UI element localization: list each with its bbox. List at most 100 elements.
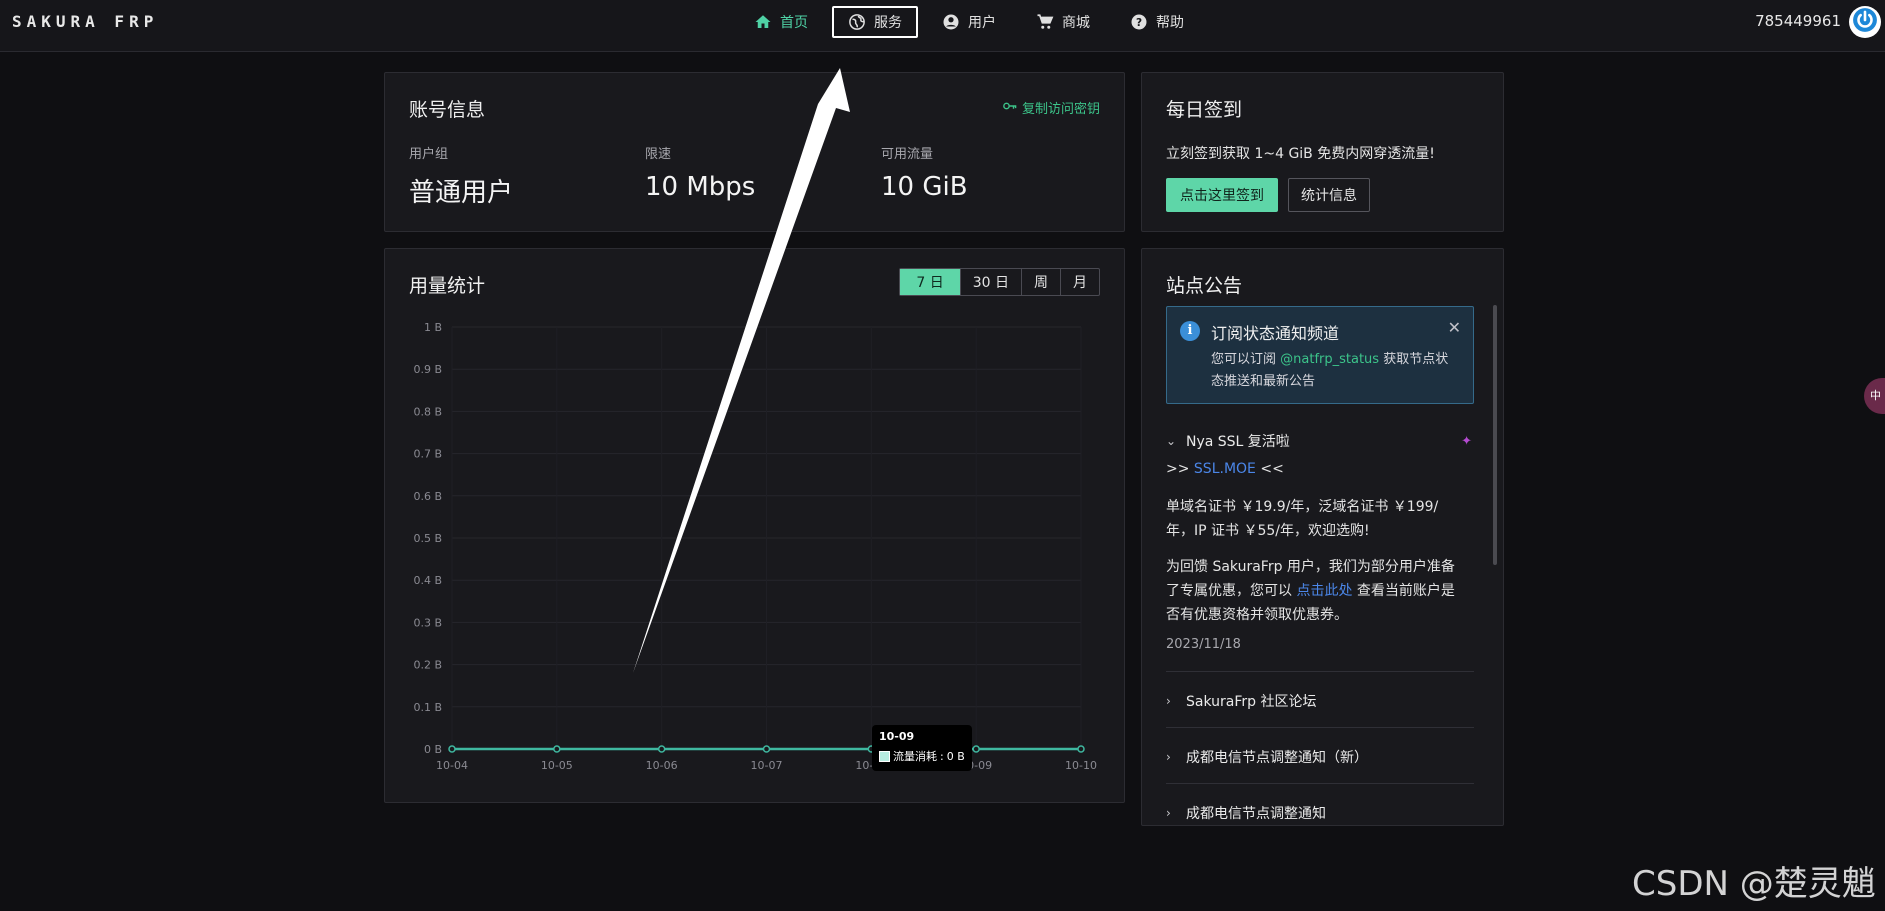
data-point bbox=[553, 745, 561, 753]
chart-tooltip: 10-09 流量消耗: 0 B bbox=[872, 725, 972, 771]
usage-card: 用量统计 7 日 30 日 周 月 0 B 0.1 B 0.2 B 0.3 B 0.4 … bbox=[384, 248, 1125, 803]
power-icon bbox=[1852, 7, 1878, 37]
user-circle-icon bbox=[942, 13, 960, 31]
x-tick-label: 10-07 bbox=[751, 759, 783, 772]
data-point bbox=[448, 745, 456, 753]
power-button[interactable] bbox=[1849, 6, 1881, 38]
y-tick-label: 0.7 B bbox=[413, 448, 442, 461]
news-title: 站点公告 bbox=[1166, 275, 1243, 297]
promo-link[interactable]: 点击此处 bbox=[1296, 583, 1352, 599]
data-point bbox=[1077, 745, 1085, 753]
nav-home[interactable]: 首页 bbox=[738, 6, 824, 38]
ssl-moe-link[interactable]: SSL.MOE bbox=[1194, 461, 1256, 477]
stats-info-button[interactable]: 统计信息 bbox=[1288, 178, 1370, 212]
user-id[interactable]: 785449961 bbox=[1755, 12, 1841, 30]
stat-user-group: 用户组 普通用户 bbox=[409, 143, 513, 209]
data-point bbox=[972, 745, 980, 753]
divider bbox=[1166, 727, 1474, 728]
notice-body-prefix: 您可以订阅 bbox=[1211, 352, 1281, 367]
checkin-title: 每日签到 bbox=[1166, 99, 1243, 121]
notice-body: 您可以订阅 @natfrp_status 获取节点状态推送和最新公告 bbox=[1211, 349, 1461, 393]
nav-home-label: 首页 bbox=[780, 15, 808, 31]
account-title: 账号信息 bbox=[409, 99, 486, 121]
news-item-label: 成都电信节点调整通知 bbox=[1186, 806, 1326, 822]
checkin-card: 每日签到 立刻签到获取 1~4 GiB 免费内网穿透流量! 点击这里签到 统计信… bbox=[1141, 72, 1504, 232]
usage-chart[interactable]: 0 B 0.1 B 0.2 B 0.3 B 0.4 B 0.5 B 0.6 B 0.7 B 0.… bbox=[385, 249, 1124, 802]
stat-value: 10 Mbps bbox=[645, 172, 756, 202]
svg-text:?: ? bbox=[1136, 17, 1142, 29]
logo[interactable]: SAKURA FRP bbox=[12, 12, 158, 31]
chevron-right-icon: › bbox=[1166, 694, 1171, 708]
divider bbox=[1166, 671, 1474, 672]
top-navbar: SAKURA FRP 首页 服务 用户 商城 ? 帮助 785449961 bbox=[0, 0, 1885, 52]
stat-value: 10 GiB bbox=[881, 172, 968, 202]
y-tick-label: 0.8 B bbox=[413, 405, 442, 418]
natfrp-status-link[interactable]: @natfrp_status bbox=[1280, 352, 1379, 367]
nav-service-label: 服务 bbox=[874, 15, 902, 31]
subscribe-notice: i 订阅状态通知频道 ✕ 您可以订阅 @natfrp_status 获取节点状态… bbox=[1166, 306, 1474, 404]
nav-help-label: 帮助 bbox=[1156, 15, 1184, 31]
news-item-label: Nya SSL 复活啦 bbox=[1186, 434, 1290, 450]
tooltip-colon: : bbox=[940, 749, 944, 763]
y-tick-label: 0.3 B bbox=[413, 616, 442, 629]
y-tick-label: 0.2 B bbox=[413, 659, 442, 672]
copy-key-link[interactable]: 复制访问密钥 bbox=[1003, 98, 1100, 117]
news-item-label: 成都电信节点调整通知（新） bbox=[1186, 750, 1368, 766]
news-date: 2023/11/18 bbox=[1166, 637, 1241, 652]
checkin-button[interactable]: 点击这里签到 bbox=[1166, 178, 1278, 212]
globe-icon bbox=[848, 13, 866, 31]
news-item-chengdu-new[interactable]: › 成都电信节点调整通知（新） bbox=[1166, 747, 1474, 767]
stat-label: 限速 bbox=[645, 147, 672, 162]
close-icon[interactable]: ✕ bbox=[1448, 318, 1461, 337]
data-point bbox=[762, 745, 771, 753]
x-tick-label: 10-04 bbox=[436, 759, 468, 772]
y-tick-label: 1 B bbox=[424, 321, 442, 334]
key-icon bbox=[1003, 100, 1017, 115]
chevron-right-icon: › bbox=[1166, 806, 1171, 820]
nav-shop[interactable]: 商城 bbox=[1020, 6, 1106, 38]
data-point bbox=[657, 745, 666, 753]
cart-icon bbox=[1036, 13, 1054, 31]
y-tick-label: 0.1 B bbox=[413, 701, 442, 714]
party-popper-icon: ✦ bbox=[1461, 433, 1472, 449]
news-scrollbar[interactable] bbox=[1493, 305, 1497, 565]
x-tick-label: 10-10 bbox=[1065, 759, 1097, 772]
nav-user[interactable]: 用户 bbox=[926, 6, 1012, 38]
nav-help[interactable]: ? 帮助 bbox=[1114, 6, 1200, 38]
stat-label: 可用流量 bbox=[881, 147, 934, 162]
promo-text: 为回馈 SakuraFrp 用户，我们为部分用户准备了专属优惠，您可以 点击此处… bbox=[1166, 555, 1466, 627]
y-tick-label: 0 B bbox=[424, 743, 442, 756]
tooltip-swatch bbox=[879, 750, 890, 762]
nav-service[interactable]: 服务 bbox=[832, 6, 918, 38]
copy-key-label: 复制访问密钥 bbox=[1021, 102, 1100, 117]
tooltip-series: 流量消耗 bbox=[893, 750, 937, 763]
help-circle-icon: ? bbox=[1130, 13, 1148, 31]
tooltip-row: 流量消耗: 0 B bbox=[879, 748, 965, 764]
y-tick-label: 0.4 B bbox=[413, 574, 442, 587]
main-nav: 首页 服务 用户 商城 ? 帮助 bbox=[738, 6, 1208, 38]
news-item-label: SakuraFrp 社区论坛 bbox=[1186, 694, 1317, 710]
y-tick-label: 0.9 B bbox=[413, 363, 442, 376]
news-item-forum[interactable]: › SakuraFrp 社区论坛 bbox=[1166, 691, 1474, 711]
account-card: 账号信息 复制访问密钥 用户组 普通用户 限速 10 Mbps 可用流量 10 … bbox=[384, 72, 1125, 232]
notice-title: 订阅状态通知频道 bbox=[1211, 324, 1340, 343]
stat-value: 普通用户 bbox=[409, 178, 514, 208]
ssl-line-suffix: << bbox=[1255, 461, 1284, 477]
chevron-down-icon: ⌄ bbox=[1166, 434, 1177, 448]
divider bbox=[1166, 783, 1474, 784]
checkin-description: 立刻签到获取 1~4 GiB 免费内网穿透流量! bbox=[1166, 146, 1435, 162]
info-icon: i bbox=[1180, 321, 1200, 341]
side-float-button[interactable]: 中 bbox=[1864, 378, 1885, 414]
news-item-chengdu[interactable]: › 成都电信节点调整通知 bbox=[1166, 803, 1474, 823]
ssl-line-prefix: >> bbox=[1166, 461, 1194, 477]
news-item-nya-ssl[interactable]: ⌄ Nya SSL 复活啦 ✦ bbox=[1166, 431, 1474, 451]
y-tick-label: 0.5 B bbox=[413, 532, 442, 545]
nav-shop-label: 商城 bbox=[1062, 15, 1090, 31]
stat-traffic: 可用流量 10 GiB bbox=[881, 143, 968, 202]
tooltip-value: 0 B bbox=[946, 749, 965, 763]
news-card: 站点公告 i 订阅状态通知频道 ✕ 您可以订阅 @natfrp_status 获… bbox=[1141, 248, 1504, 826]
x-tick-label: 10-05 bbox=[541, 759, 573, 772]
y-tick-label: 0.6 B bbox=[413, 490, 442, 503]
ssl-moe-line: >> SSL.MOE << bbox=[1166, 457, 1466, 481]
tooltip-title: 10-09 bbox=[879, 730, 915, 743]
